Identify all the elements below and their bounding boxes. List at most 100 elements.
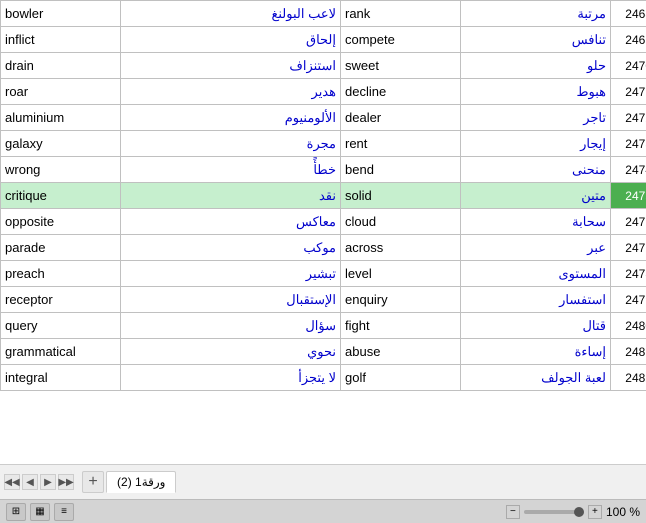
row-number[interactable]: 2473 — [611, 131, 646, 157]
cell[interactable]: إلحاق — [121, 27, 341, 53]
cell[interactable]: compete — [341, 27, 461, 53]
cell[interactable]: grammatical — [1, 339, 121, 365]
nav-last-button[interactable]: ▶▶ — [58, 474, 74, 490]
cell[interactable]: تنافس — [461, 27, 611, 53]
cell[interactable]: قتال — [461, 313, 611, 339]
table-row: wrongخطأًbendمنحنى2474 — [1, 157, 646, 183]
cell[interactable]: decline — [341, 79, 461, 105]
cell[interactable]: موكب — [121, 235, 341, 261]
cell[interactable]: معاكس — [121, 209, 341, 235]
table-row: oppositeمعاكسcloudسحابة2476 — [1, 209, 646, 235]
cell[interactable]: aluminium — [1, 105, 121, 131]
cell[interactable]: حلو — [461, 53, 611, 79]
cell[interactable]: query — [1, 313, 121, 339]
chart-icon[interactable]: ≡ — [54, 503, 74, 521]
row-number[interactable]: 2474 — [611, 157, 646, 183]
cell[interactable]: galaxy — [1, 131, 121, 157]
cell[interactable]: drain — [1, 53, 121, 79]
nav-prev-button[interactable]: ◀ — [22, 474, 38, 490]
cell[interactable]: الإستقبال — [121, 287, 341, 313]
cell[interactable]: receptor — [1, 287, 121, 313]
cell[interactable]: استنزاف — [121, 53, 341, 79]
cell[interactable]: المستوى — [461, 261, 611, 287]
cell[interactable]: هدير — [121, 79, 341, 105]
cell[interactable]: لاعب البولنغ — [121, 1, 341, 27]
cell[interactable]: لا يتجزأ — [121, 365, 341, 391]
table-row: inflictإلحاقcompeteتنافس2469 — [1, 27, 646, 53]
row-number[interactable]: 2482 — [611, 365, 646, 391]
cell[interactable]: rank — [341, 1, 461, 27]
cell[interactable]: golf — [341, 365, 461, 391]
row-number[interactable]: 2475 — [611, 183, 646, 209]
row-number[interactable]: 2469 — [611, 27, 646, 53]
row-number[interactable]: 2478 — [611, 261, 646, 287]
table-icon[interactable]: ▦ — [30, 503, 50, 521]
row-number[interactable]: 2471 — [611, 79, 646, 105]
cell[interactable]: تاجر — [461, 105, 611, 131]
row-number[interactable]: 2481 — [611, 339, 646, 365]
zoom-handle[interactable] — [574, 507, 584, 517]
cell[interactable]: خطأً — [121, 157, 341, 183]
cell[interactable]: abuse — [341, 339, 461, 365]
zoom-area: − + 100 % — [506, 505, 640, 519]
cell[interactable]: level — [341, 261, 461, 287]
cell[interactable]: عبر — [461, 235, 611, 261]
grid-icon[interactable]: ⊞ — [6, 503, 26, 521]
status-bar: ⊞ ▦ ≡ − + 100 % — [0, 499, 646, 523]
cell[interactable]: استفسار — [461, 287, 611, 313]
cell[interactable]: wrong — [1, 157, 121, 183]
nav-first-button[interactable]: ◀◀ — [4, 474, 20, 490]
cell[interactable]: solid — [341, 183, 461, 209]
cell[interactable]: preach — [1, 261, 121, 287]
nav-next-button[interactable]: ▶ — [40, 474, 56, 490]
cell[interactable]: cloud — [341, 209, 461, 235]
cell[interactable]: مجرة — [121, 131, 341, 157]
sheet-tab[interactable]: ورقة1 (2) — [106, 471, 176, 493]
cell[interactable]: نقد — [121, 183, 341, 209]
cell[interactable]: critique — [1, 183, 121, 209]
cell[interactable]: dealer — [341, 105, 461, 131]
cell[interactable]: سؤال — [121, 313, 341, 339]
cell[interactable]: across — [341, 235, 461, 261]
row-number[interactable]: 2468 — [611, 1, 646, 27]
row-number[interactable]: 2472 — [611, 105, 646, 131]
table-row: roarهديرdeclineهبوط2471 — [1, 79, 646, 105]
zoom-slider[interactable] — [524, 510, 584, 514]
row-number[interactable]: 2476 — [611, 209, 646, 235]
cell[interactable]: bowler — [1, 1, 121, 27]
table-area: bowlerلاعب البولنغrankمرتبة2468inflictإل… — [0, 0, 646, 464]
cell[interactable]: سحابة — [461, 209, 611, 235]
cell[interactable]: نحوي — [121, 339, 341, 365]
row-number[interactable]: 2470 — [611, 53, 646, 79]
row-number[interactable]: 2480 — [611, 313, 646, 339]
cell[interactable]: تبشير — [121, 261, 341, 287]
zoom-in-button[interactable]: + — [588, 505, 602, 519]
cell[interactable]: sweet — [341, 53, 461, 79]
cell[interactable]: opposite — [1, 209, 121, 235]
cell[interactable]: هبوط — [461, 79, 611, 105]
cell[interactable]: enquiry — [341, 287, 461, 313]
zoom-out-button[interactable]: − — [506, 505, 520, 519]
row-number[interactable]: 2479 — [611, 287, 646, 313]
cell[interactable]: منحنى — [461, 157, 611, 183]
cell[interactable]: bend — [341, 157, 461, 183]
bottom-bar: ◀◀ ◀ ▶ ▶▶ + ورقة1 (2) — [0, 464, 646, 499]
cell[interactable]: rent — [341, 131, 461, 157]
cell[interactable]: لعبة الجولف — [461, 365, 611, 391]
row-number[interactable]: 2477 — [611, 235, 646, 261]
cell[interactable]: inflict — [1, 27, 121, 53]
table-row: integralلا يتجزأgolfلعبة الجولف2482 — [1, 365, 646, 391]
cell[interactable]: متين — [461, 183, 611, 209]
table-row: grammaticalنحويabuseإساءة2481 — [1, 339, 646, 365]
cell[interactable]: roar — [1, 79, 121, 105]
status-icons: ⊞ ▦ ≡ — [6, 503, 74, 521]
cell[interactable]: fight — [341, 313, 461, 339]
cell[interactable]: إساءة — [461, 339, 611, 365]
cell[interactable]: إيجار — [461, 131, 611, 157]
cell[interactable]: مرتبة — [461, 1, 611, 27]
cell[interactable]: integral — [1, 365, 121, 391]
table-row: queryسؤالfightقتال2480 — [1, 313, 646, 339]
cell[interactable]: parade — [1, 235, 121, 261]
cell[interactable]: الألومنيوم — [121, 105, 341, 131]
add-sheet-button[interactable]: + — [82, 471, 104, 493]
